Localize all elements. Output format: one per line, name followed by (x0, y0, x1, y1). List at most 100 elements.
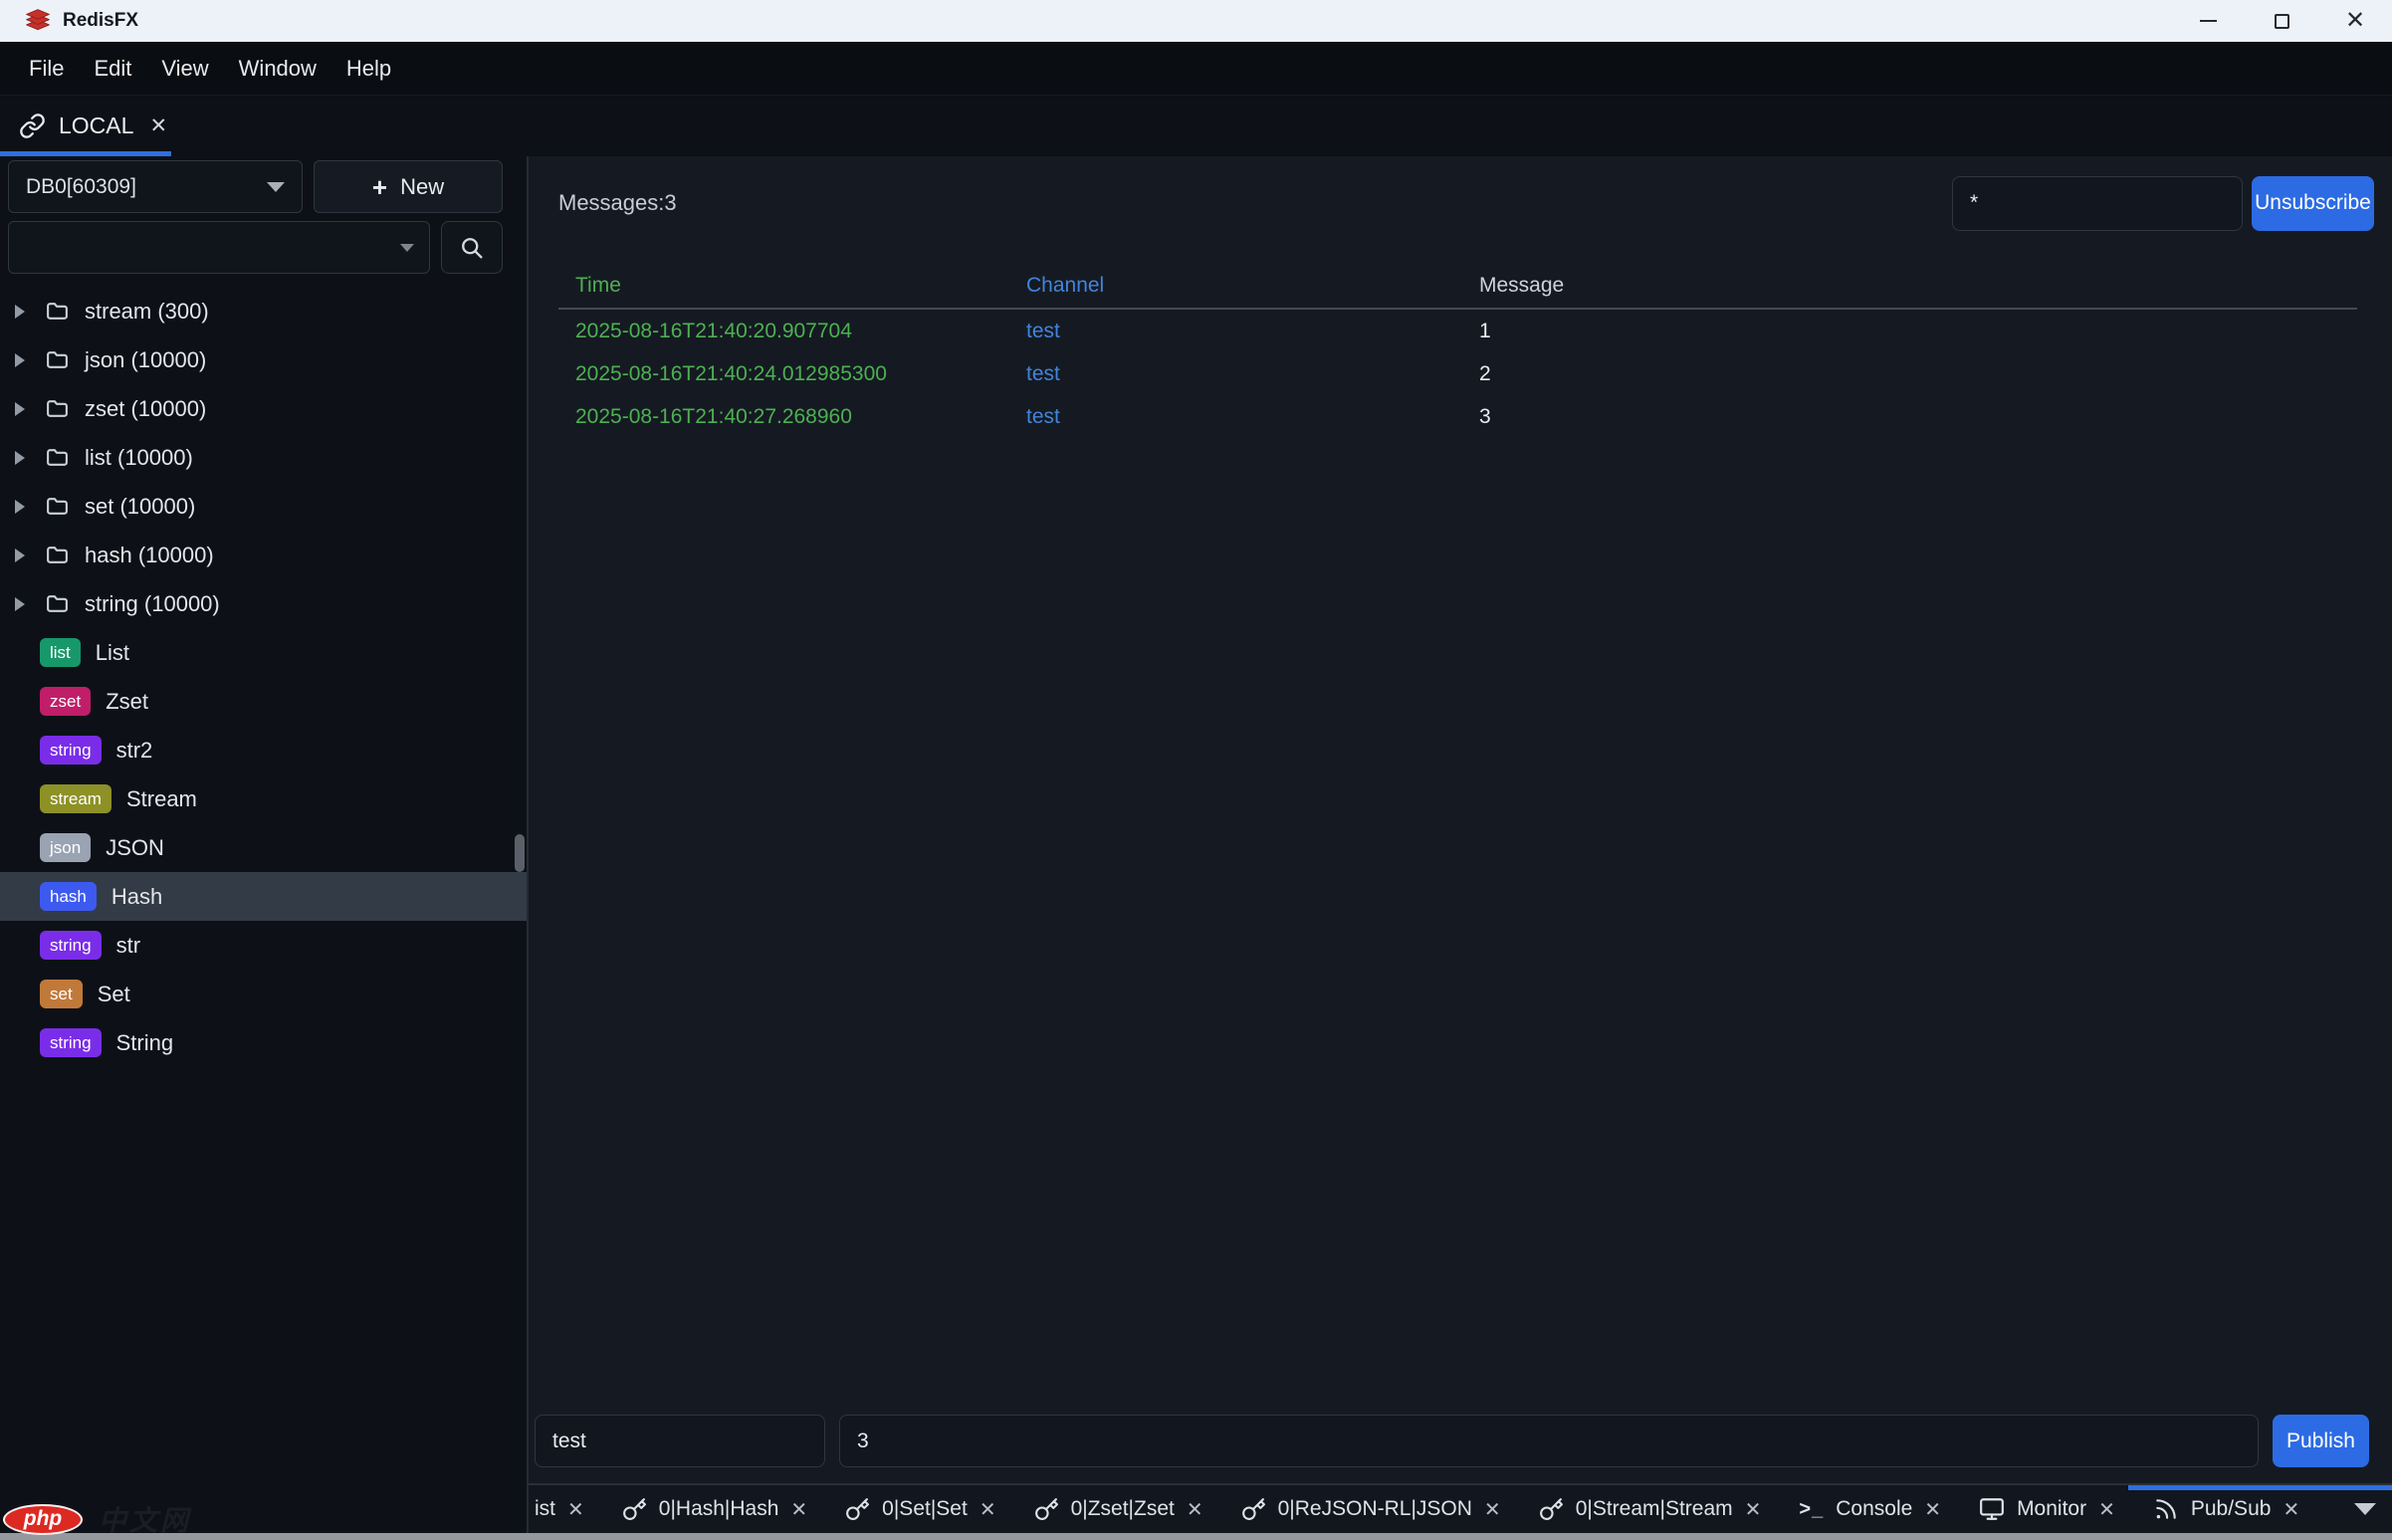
bottom-tab-label: Pub/Sub (2191, 1497, 2272, 1521)
bottom-tab-set[interactable]: 0|Set|Set ✕ (826, 1485, 1014, 1533)
close-icon[interactable]: ✕ (979, 1497, 996, 1522)
close-icon[interactable]: ✕ (1484, 1497, 1501, 1522)
tree-key-str[interactable]: string str (0, 921, 527, 970)
close-icon[interactable]: ✕ (1924, 1497, 1941, 1522)
type-badge: list (40, 638, 81, 667)
folder-icon (43, 494, 72, 519)
cell-message: 3 (1479, 405, 2357, 429)
tree-key-set[interactable]: set Set (0, 970, 527, 1018)
publish-message-input[interactable] (839, 1415, 2259, 1467)
search-button[interactable] (441, 221, 503, 274)
key-icon (845, 1497, 870, 1522)
tree-scrollbar-thumb[interactable] (515, 834, 525, 872)
menu-edit[interactable]: Edit (79, 50, 146, 88)
expand-caret-icon (15, 597, 25, 611)
bottom-tab-hash[interactable]: 0|Hash|Hash ✕ (603, 1485, 826, 1533)
tree-key-stream[interactable]: stream Stream (0, 774, 527, 823)
tree-key-list[interactable]: list List (0, 628, 527, 677)
close-icon[interactable]: ✕ (567, 1497, 584, 1522)
tree-folder-set[interactable]: set (10000) (0, 482, 527, 531)
tree-key-hash-selected[interactable]: hash Hash (0, 872, 527, 921)
minimize-button[interactable] (2171, 0, 2245, 42)
window-controls: ✕ (2171, 0, 2392, 42)
window-bottom-edge (0, 1533, 2392, 1540)
minimize-icon (2200, 20, 2217, 22)
menu-file[interactable]: File (14, 50, 79, 88)
bottom-tab-bar: ist ✕ 0|Hash|Hash ✕ 0|Set|Set ✕ 0|Zset|Z… (529, 1483, 2392, 1533)
tree-folder-label: list (10000) (85, 445, 193, 471)
bottom-tab-console[interactable]: >_ Console ✕ (1780, 1485, 1960, 1533)
bottom-tab-zset[interactable]: 0|Zset|Zset ✕ (1015, 1485, 1222, 1533)
close-button[interactable]: ✕ (2318, 0, 2392, 42)
type-badge: string (40, 736, 102, 765)
search-dropdown-caret-icon[interactable] (400, 244, 414, 252)
connection-tab-local[interactable]: LOCAL ✕ (0, 96, 171, 156)
type-badge: zset (40, 687, 91, 716)
app-title: RedisFX (63, 10, 138, 32)
menu-window[interactable]: Window (224, 50, 331, 88)
table-row[interactable]: 2025-08-16T21:40:27.268960 test 3 (558, 395, 2357, 438)
publish-button[interactable]: Publish (2273, 1415, 2369, 1467)
type-badge: string (40, 931, 102, 960)
bottom-tab-list-truncated[interactable]: ist ✕ (529, 1485, 603, 1533)
new-key-button[interactable]: + New (314, 160, 503, 213)
table-row[interactable]: 2025-08-16T21:40:24.012985300 test 2 (558, 352, 2357, 395)
folder-icon (43, 396, 72, 421)
tree-folder-json[interactable]: json (10000) (0, 335, 527, 384)
bottom-tab-stream[interactable]: 0|Stream|Stream ✕ (1520, 1485, 1781, 1533)
bottom-tab-json[interactable]: 0|ReJSON-RL|JSON ✕ (1222, 1485, 1520, 1533)
plus-icon: + (372, 174, 387, 200)
redis-logo-icon (24, 7, 52, 35)
expand-caret-icon (15, 402, 25, 416)
tree-folder-zset[interactable]: zset (10000) (0, 384, 527, 433)
search-input[interactable] (9, 222, 429, 273)
close-icon[interactable]: ✕ (790, 1497, 807, 1522)
tree-key-str2[interactable]: string str2 (0, 726, 527, 774)
close-icon[interactable]: ✕ (1187, 1497, 1203, 1522)
close-icon[interactable]: ✕ (2098, 1497, 2115, 1522)
chevron-down-icon (267, 182, 285, 192)
bottom-tab-label: 0|Zset|Zset (1071, 1497, 1175, 1521)
tree-folder-list[interactable]: list (10000) (0, 433, 527, 482)
bottom-tab-pubsub-active[interactable]: Pub/Sub ✕ (2134, 1485, 2318, 1533)
tree-folder-label: string (10000) (85, 591, 220, 617)
tree-key-string[interactable]: string String (0, 1018, 527, 1067)
connection-tab-close-icon[interactable]: ✕ (149, 113, 167, 138)
menu-view[interactable]: View (146, 50, 223, 88)
folder-icon (43, 543, 72, 567)
table-row[interactable]: 2025-08-16T21:40:20.907704 test 1 (558, 310, 2357, 352)
database-select-value: DB0[60309] (26, 175, 136, 199)
bottom-tab-label: 0|Stream|Stream (1576, 1497, 1733, 1521)
bottom-tab-monitor[interactable]: Monitor ✕ (1960, 1485, 2134, 1533)
expand-caret-icon (15, 451, 25, 465)
window-body: DB0[60309] + New (0, 156, 2392, 1533)
maximize-icon (2275, 14, 2289, 29)
search-icon (458, 234, 486, 262)
link-icon (19, 112, 46, 139)
database-select[interactable]: DB0[60309] (8, 160, 303, 213)
sidebar: DB0[60309] + New (0, 156, 529, 1533)
close-icon[interactable]: ✕ (2283, 1497, 2299, 1522)
watermark: php 中文网 (3, 1499, 191, 1539)
unsubscribe-button[interactable]: Unsubscribe (2252, 176, 2374, 231)
tab-overflow-caret-icon[interactable] (2354, 1503, 2376, 1515)
tree-folder-string[interactable]: string (10000) (0, 579, 527, 628)
bottom-tab-label: 0|ReJSON-RL|JSON (1278, 1497, 1472, 1521)
tree-folder-hash[interactable]: hash (10000) (0, 531, 527, 579)
column-header-message[interactable]: Message (1479, 274, 2357, 298)
tree-key-zset[interactable]: zset Zset (0, 677, 527, 726)
folder-icon (43, 299, 72, 324)
close-icon[interactable]: ✕ (1745, 1497, 1762, 1522)
column-header-channel[interactable]: Channel (1026, 274, 1479, 298)
key-name: JSON (106, 835, 164, 861)
column-header-time[interactable]: Time (558, 274, 1026, 298)
publish-channel-input[interactable] (535, 1415, 825, 1467)
type-badge: stream (40, 784, 111, 813)
tree-folder-stream[interactable]: stream (300) (0, 287, 527, 335)
close-icon: ✕ (2345, 9, 2365, 33)
maximize-button[interactable] (2245, 0, 2318, 42)
tree-key-json[interactable]: json JSON (0, 823, 527, 872)
menu-help[interactable]: Help (331, 50, 406, 88)
subscribe-pattern-input[interactable] (1952, 176, 2243, 231)
expand-caret-icon (15, 549, 25, 562)
